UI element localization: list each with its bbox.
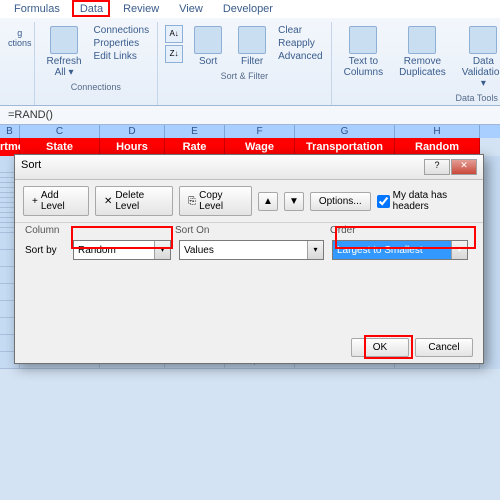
properties-button[interactable]: Properties: [92, 37, 152, 50]
dialog-titlebar[interactable]: Sort ? ✕: [15, 155, 483, 180]
sortfilter-label: Sort & Filter: [164, 71, 324, 81]
validation-icon: [469, 26, 497, 54]
sorton-combo[interactable]: Values▾: [179, 240, 324, 260]
text-columns-icon: [349, 26, 377, 54]
clear-button[interactable]: Clear: [276, 24, 324, 37]
ribbon: gctions RefreshAll ▾ Connections Propert…: [0, 18, 500, 106]
reapply-button[interactable]: Reapply: [276, 37, 324, 50]
headers-checkbox[interactable]: [377, 195, 390, 208]
help-button[interactable]: ?: [424, 159, 450, 175]
text-to-columns-button[interactable]: Text toColumns: [338, 24, 389, 91]
connections-label: Connections: [41, 82, 152, 92]
highlight-order: [335, 226, 476, 249]
highlight-ok: [364, 335, 413, 359]
highlight-sortby: [71, 226, 173, 249]
move-up-button[interactable]: ▲: [258, 192, 278, 211]
tab-review[interactable]: Review: [113, 0, 169, 18]
col-d[interactable]: D: [100, 125, 165, 138]
highlight-data-tab: [72, 0, 110, 17]
column-letters: B C D E F G H: [0, 125, 500, 138]
tab-view[interactable]: View: [169, 0, 213, 18]
tab-developer[interactable]: Developer: [213, 0, 283, 18]
data-validation-button[interactable]: DataValidation ▾: [456, 24, 500, 91]
chevron-down-icon: ▾: [307, 241, 323, 259]
formula-bar[interactable]: =RAND(): [0, 106, 500, 125]
sorton-header: Sort On: [175, 225, 330, 236]
filter-icon: [238, 26, 266, 54]
connections-button[interactable]: Connections: [92, 24, 152, 37]
options-button[interactable]: Options...: [310, 192, 371, 211]
filter-button[interactable]: Filter: [232, 24, 272, 69]
sort-dialog: Sort ? ✕ +Add Level ✕Delete Level ⎘Copy …: [14, 154, 484, 364]
sort-az-button[interactable]: A↓: [165, 25, 183, 43]
copy-icon: ⎘: [188, 196, 196, 207]
col-h[interactable]: H: [395, 125, 480, 138]
refresh-icon: [50, 26, 78, 54]
add-level-button[interactable]: +Add Level: [23, 186, 89, 216]
col-f[interactable]: F: [225, 125, 295, 138]
remove-duplicates-button[interactable]: RemoveDuplicates: [393, 24, 452, 91]
plus-icon: +: [32, 196, 38, 207]
col-g[interactable]: G: [295, 125, 395, 138]
close-button[interactable]: ✕: [451, 159, 477, 175]
col-c[interactable]: C: [20, 125, 100, 138]
dialog-title: Sort: [21, 159, 41, 175]
sort-za-button[interactable]: Z↓: [165, 45, 183, 63]
tab-formulas[interactable]: Formulas: [4, 0, 70, 18]
col-e[interactable]: E: [165, 125, 225, 138]
sort-icon: [194, 26, 222, 54]
remove-dup-icon: [408, 26, 436, 54]
sortby-label: Sort by: [25, 245, 73, 256]
existing-connections-stub[interactable]: gctions: [8, 24, 32, 48]
advanced-button[interactable]: Advanced: [276, 50, 324, 63]
datatools-label: Data Tools: [338, 93, 500, 103]
move-down-button[interactable]: ▼: [284, 192, 304, 211]
dialog-toolbar: +Add Level ✕Delete Level ⎘Copy Level ▲ ▼…: [15, 180, 483, 223]
edit-links-button[interactable]: Edit Links: [92, 50, 152, 63]
refresh-all-button[interactable]: RefreshAll ▾: [41, 24, 88, 80]
delete-level-button[interactable]: ✕Delete Level: [95, 186, 173, 216]
cancel-button[interactable]: Cancel: [415, 338, 473, 357]
headers-checkbox-row[interactable]: My data has headers: [377, 190, 475, 212]
copy-level-button[interactable]: ⎘Copy Level: [179, 186, 252, 216]
col-b[interactable]: B: [0, 125, 20, 138]
x-icon: ✕: [104, 196, 112, 207]
sort-button[interactable]: Sort: [188, 24, 228, 69]
